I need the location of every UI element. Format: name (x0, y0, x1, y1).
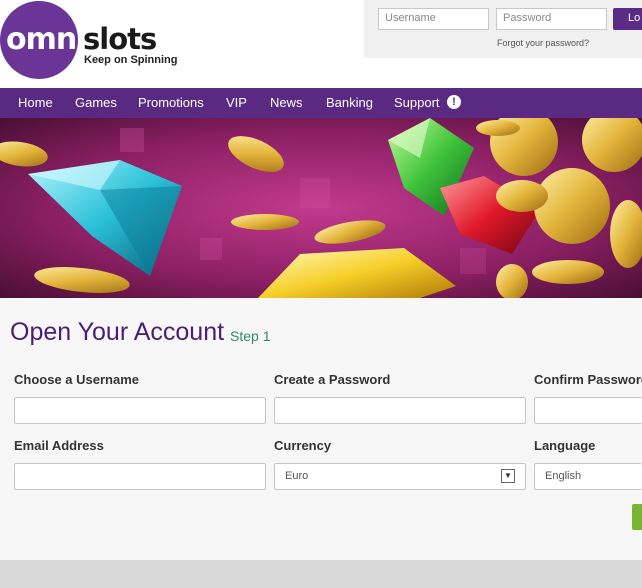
username-label: Choose a Username (14, 372, 139, 387)
next-step-button[interactable] (632, 504, 642, 530)
nav-games[interactable]: Games (75, 95, 117, 110)
language-label: Language (534, 438, 596, 453)
chevron-down-icon: ▼ (501, 469, 515, 483)
login-panel: Username Password Lo Forgot your passwor… (364, 0, 642, 58)
logo-text-omni[interactable]: omni (6, 22, 87, 57)
confirm-password-field[interactable] (534, 397, 642, 424)
signup-form: Open Your Account Step 1 Choose a Userna… (0, 298, 642, 560)
banner-illustration (0, 118, 642, 298)
logo-text-slots[interactable]: slots (83, 22, 157, 56)
login-button[interactable]: Lo (613, 8, 642, 30)
forgot-password-link[interactable]: Forgot your password? (497, 38, 589, 48)
nav-vip[interactable]: VIP (226, 95, 247, 110)
support-alert-icon[interactable]: ! (447, 95, 461, 109)
language-selected-value: English (545, 470, 582, 482)
nav-home[interactable]: Home (18, 95, 53, 110)
username-field[interactable] (14, 397, 266, 424)
login-username-input[interactable]: Username (378, 8, 489, 30)
hero-banner (0, 118, 642, 298)
nav-promotions[interactable]: Promotions (138, 95, 204, 110)
step-indicator: Step 1 (230, 328, 271, 344)
site-header: omni slots Keep on Spinning Username Pas… (0, 0, 642, 88)
email-field[interactable] (14, 463, 266, 490)
logo-tagline: Keep on Spinning (84, 54, 178, 66)
page-title: Open Your Account (10, 318, 225, 346)
login-password-input[interactable]: Password (496, 8, 607, 30)
nav-support[interactable]: Support (394, 95, 440, 110)
password-label: Create a Password (274, 372, 391, 387)
password-field[interactable] (274, 397, 526, 424)
page-footer (0, 560, 642, 588)
nav-news[interactable]: News (270, 95, 303, 110)
currency-label: Currency (274, 438, 332, 453)
main-nav: Home Games Promotions VIP News Banking S… (0, 88, 642, 118)
currency-selected-value: Euro (285, 470, 309, 482)
currency-select[interactable]: Euro ▼ (274, 463, 526, 490)
nav-banking[interactable]: Banking (326, 95, 373, 110)
email-label: Email Address (14, 438, 104, 453)
confirm-password-label: Confirm Password (534, 372, 642, 387)
language-select[interactable]: English (534, 463, 642, 490)
